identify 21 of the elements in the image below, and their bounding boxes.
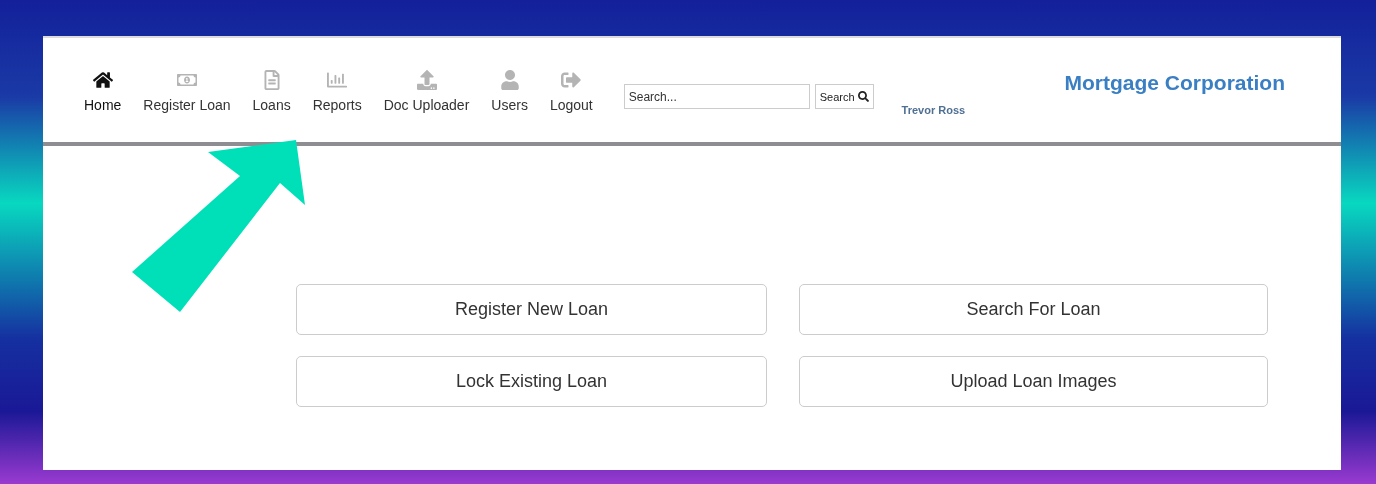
action-button[interactable]: Register New Loan: [296, 284, 767, 335]
upload-icon: [416, 70, 437, 90]
search-icon: [857, 91, 869, 102]
nav-item[interactable]: Users: [480, 70, 539, 113]
brand-title: Mortgage Corporation: [1064, 71, 1285, 95]
nav-item[interactable]: Reports: [301, 70, 373, 113]
action-button[interactable]: Upload Loan Images: [799, 356, 1268, 407]
home-icon: [92, 70, 113, 90]
nav-item[interactable]: Loans: [241, 70, 302, 113]
nav-item[interactable]: Register Loan: [132, 70, 242, 113]
nav-item[interactable]: Doc Uploader: [372, 70, 481, 113]
nav-item[interactable]: Logout: [538, 70, 604, 113]
action-button[interactable]: Search For Loan: [799, 284, 1268, 335]
search-button[interactable]: Search: [814, 84, 874, 109]
action-button[interactable]: Lock Existing Loan: [296, 356, 767, 407]
bar-chart-icon: [327, 70, 348, 90]
logout-icon: [561, 70, 582, 90]
user-name[interactable]: Trevor Ross: [901, 104, 966, 116]
nav-item[interactable]: Home: [73, 70, 133, 113]
search-field[interactable]: Search...: [623, 84, 810, 109]
user-icon: [499, 70, 520, 90]
